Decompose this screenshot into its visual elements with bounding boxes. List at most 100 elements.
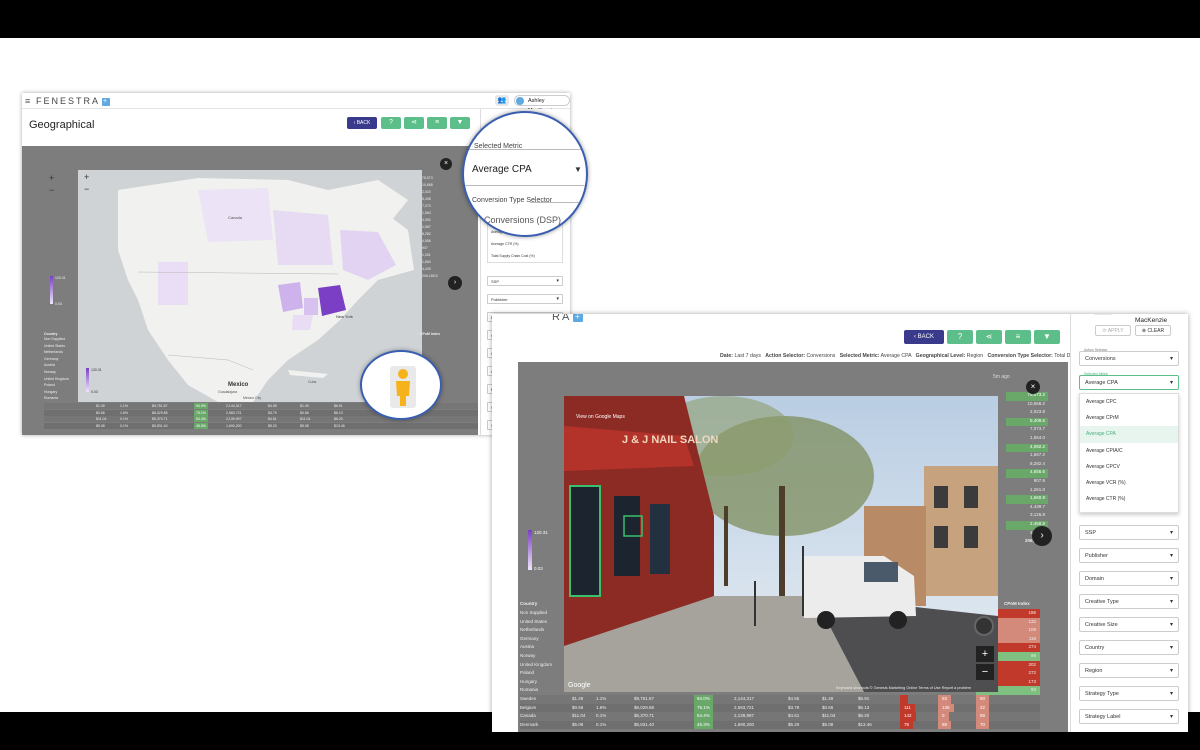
metric-option[interactable]: Total Supply Chain Cost (%) <box>488 250 562 262</box>
dropdown-strategy-type[interactable]: Strategy Type <box>1079 686 1179 701</box>
help-button[interactable]: ? <box>381 117 401 129</box>
list-view-button[interactable]: ≡ <box>427 117 447 129</box>
hamburger-menu-icon[interactable]: ≡ <box>25 96 30 106</box>
table-cell: $3.79 <box>788 704 800 710</box>
street-view-panorama[interactable]: View on Google Maps J & J NAIL SALON + −… <box>564 396 998 692</box>
impressions-cell: 4,092.2 <box>1006 443 1048 453</box>
metric-selector-dropdown[interactable]: Average CPA <box>1079 375 1179 390</box>
metric-option[interactable]: Total Supply Chain Cost (%) <box>1080 507 1178 512</box>
metric-option[interactable]: Average CTR (%) <box>1080 491 1178 507</box>
table-row: Denmark $5.08 0.1% $5,831.40 45.3% 1,690,200 $… <box>520 720 1040 730</box>
table-cell: $5.08 <box>300 423 309 428</box>
brand-logo[interactable]: RA + <box>552 314 584 323</box>
view-on-google-maps-link[interactable]: View on Google Maps <box>576 414 625 420</box>
table-cell: $9,751.87 <box>634 696 655 701</box>
people-icon[interactable]: 👥 <box>495 95 509 106</box>
table-cell: 90 <box>976 695 990 704</box>
zoom-out-button[interactable]: − <box>49 185 54 195</box>
dropdown-publisher[interactable]: Publisher <box>487 294 563 304</box>
table-cell: 70 <box>976 720 990 730</box>
table-cell: 1.1% <box>120 404 128 408</box>
metric-option[interactable]: Average CTR (%) <box>488 238 562 250</box>
share-button[interactable]: ⋖ <box>976 330 1002 344</box>
table-cell: 111 <box>900 703 915 713</box>
close-streetview-button[interactable]: × <box>1026 380 1040 394</box>
street-zoom-out-button[interactable]: − <box>976 664 994 680</box>
list-view-button[interactable]: ≡ <box>1005 330 1031 344</box>
next-arrow-button[interactable]: › <box>1032 526 1052 546</box>
divider <box>464 185 586 186</box>
metric-option[interactable]: Average VCR (%) <box>1080 475 1178 491</box>
dropdown-creative-size[interactable]: Creative Size <box>1079 617 1179 632</box>
table-cell: $11.04 <box>96 417 107 422</box>
table-cell: 93 <box>938 695 952 704</box>
country-cell: Germany <box>44 356 59 361</box>
table-cell: $1.49 <box>572 696 584 701</box>
selected-metric-label: Selected Metric <box>474 143 523 150</box>
table-cell: 2,583,721 <box>734 704 755 710</box>
table-cell: 45.3% <box>694 720 713 730</box>
table-cell: 2,139,997 <box>734 713 755 719</box>
dropdown-creative-type[interactable]: Creative Type <box>1079 594 1179 609</box>
table-cell: $11.04 <box>300 417 311 422</box>
table-cell: Belgium <box>520 704 537 710</box>
table-cell: $5,370.71 <box>634 713 655 719</box>
apply-button[interactable]: ⟳ APPLY <box>1095 325 1131 336</box>
dropdown-publisher[interactable]: Publisher <box>1079 548 1179 563</box>
avatar <box>516 97 524 105</box>
table-cell: 1,690,200 <box>226 423 242 428</box>
pegman-icon[interactable] <box>362 352 444 422</box>
compass-icon[interactable] <box>974 616 994 636</box>
people-icon[interactable]: 👥 <box>1093 314 1113 315</box>
filter-button[interactable]: ▼ <box>1034 330 1060 344</box>
next-arrow-button[interactable]: › <box>448 276 462 290</box>
zoom-in-button[interactable]: + <box>49 173 54 183</box>
table-row: $5.08 0.1% $5,831.40 45.3% 1,690,200 $5.20 $5.… <box>44 422 478 429</box>
chevron-down-icon[interactable]: ▼ <box>574 165 582 174</box>
dropdown-ssp[interactable]: SSP <box>1079 525 1179 540</box>
map-zoom-in-button[interactable]: + <box>84 172 89 182</box>
impressions-cell: 1,261 <box>422 253 431 257</box>
dropdown-domain[interactable]: Domain <box>1079 571 1179 586</box>
table-cell: 94.0% <box>194 403 208 409</box>
table-cell: 75 <box>900 720 914 730</box>
table-cell: $4.55 <box>788 696 800 701</box>
country-cell: Hungary <box>44 389 58 394</box>
metric-option[interactable]: Average CPA <box>1080 426 1178 443</box>
impressions-total: 206,185.5 <box>422 274 438 278</box>
table-cell: 45.3% <box>194 422 208 429</box>
street-zoom-in-button[interactable]: + <box>976 646 994 662</box>
brand-logo[interactable]: FENESTRA + <box>36 96 111 106</box>
clear-filters-button[interactable]: ⊗ CLEAR <box>1135 325 1171 336</box>
metric-option[interactable]: Average CPCV <box>1080 459 1178 475</box>
dropdown-region[interactable]: Region <box>1079 663 1179 678</box>
table-cell: $6.13 <box>858 704 870 710</box>
dropdown-country[interactable]: Country <box>1079 640 1179 655</box>
impressions-cell: 8,282 <box>422 232 431 236</box>
action-selector-dropdown[interactable]: Conversions <box>1079 351 1179 366</box>
impressions-cell: 10,668 <box>422 183 433 187</box>
table-cell: $9,751.87 <box>152 404 168 408</box>
selected-metric-value[interactable]: Average CPA <box>472 164 532 175</box>
map-zoom-out-button[interactable]: − <box>84 184 89 194</box>
share-button[interactable]: ⋖ <box>404 117 424 129</box>
filter-button[interactable]: ▼ <box>450 117 470 129</box>
close-map-button[interactable]: × <box>440 158 452 170</box>
help-button[interactable]: ? <box>947 330 973 344</box>
dropdown-ssp[interactable]: SSP <box>487 276 563 286</box>
table-cell: 89 <box>976 712 990 721</box>
metric-option[interactable]: Average CPC <box>1080 394 1178 410</box>
metric-options-list[interactable]: Average CPC Average CPrM Average CPA Averag… <box>1079 393 1179 513</box>
metric-option[interactable]: Average CPrM <box>1080 410 1178 426</box>
table-cell: $1.49 <box>822 696 834 701</box>
country-cell: Norway <box>520 653 536 658</box>
apply-label: APPLY <box>1107 328 1124 334</box>
back-button[interactable]: ‹ BACK <box>347 117 377 129</box>
dropdown-strategy-label[interactable]: Strategy Label <box>1079 709 1179 724</box>
shop-sign-text: J & J NAIL SALON <box>622 434 719 446</box>
table-cell: 2,144,317 <box>226 404 242 408</box>
brand-plus-icon: + <box>102 98 111 106</box>
metric-option[interactable]: Average CPIA/C <box>1080 443 1178 459</box>
back-button[interactable]: ‹ BACK <box>904 330 944 344</box>
user-menu[interactable]: Ashley MacKenzie <box>514 95 570 114</box>
